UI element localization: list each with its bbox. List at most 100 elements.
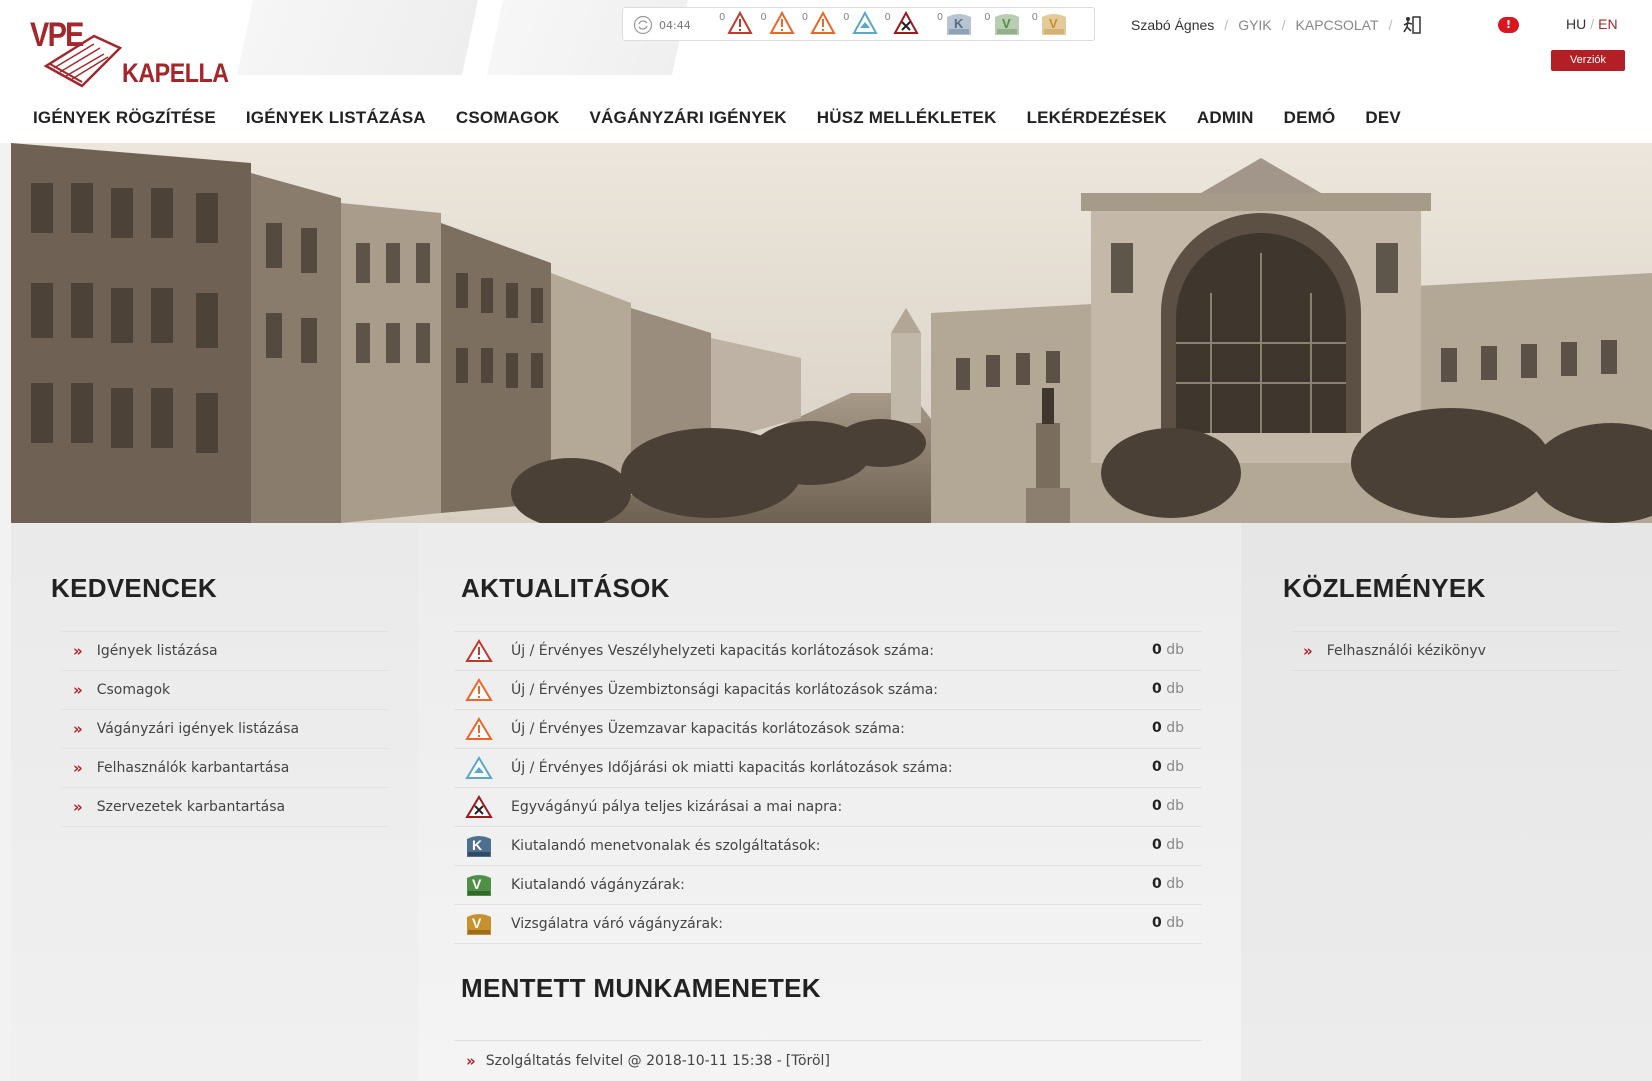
chevron-right-icon: » [73,759,83,777]
status-counter-v-husz[interactable]: 0 V [984,11,1020,37]
nav-husz-mellekletek[interactable]: HÜSZ MELLÉKLETEK [817,108,997,128]
timer-value: 04:44 [659,18,691,32]
chevron-right-icon: » [73,720,83,738]
favorite-item-felhasznalok[interactable]: » Felhasználók karbantartása [61,748,389,787]
chevron-right-icon: » [466,1052,476,1070]
news-count: 0 db [1152,798,1184,814]
news-count: 0 db [1152,915,1184,931]
warning-red-icon [465,639,493,662]
nav-lekerdezesek[interactable]: LEKÉRDEZÉSEK [1027,108,1167,128]
news-row: V Kiutalandó vágányzárak: 0 db [454,865,1202,904]
news-count: 0 db [1152,681,1184,697]
user-links: Szabó Ágnes / GYIK / KAPCSOLAT / [1131,16,1422,34]
notices-title: KÖZLEMÉNYEK [1283,573,1486,603]
notices-panel: KÖZLEMÉNYEK » Felhasználói kézikönyv [1241,523,1652,1081]
main-nav: IGÉNYEK RÖGZÍTÉSE IGÉNYEK LISTÁZÁSA CSOM… [33,108,1431,128]
warning-blue-icon [851,11,878,34]
nav-demo[interactable]: DEMÓ [1284,108,1336,128]
warning-blue-icon [465,756,493,779]
news-list: Új / Érvényes Veszélyhelyzeti kapacitás … [454,631,1202,944]
chevron-right-icon: » [73,681,83,699]
news-row: K Kiutalandó menetvonalak és szolgáltatá… [454,826,1202,865]
news-count: 0 db [1152,642,1184,658]
notice-item-user-manual[interactable]: » Felhasználói kézikönyv [1291,631,1621,671]
refresh-icon [633,15,653,35]
svg-text:K: K [472,837,482,853]
v-viz-icon: V [467,914,491,935]
logout-icon[interactable] [1402,16,1422,34]
news-count: 0 db [1152,876,1184,892]
warning-orange-icon [465,678,493,701]
favorite-item-szervezetek[interactable]: » Szervezetek karbantartása [61,787,389,827]
lang-en[interactable]: EN [1598,16,1617,32]
news-label: Új / Érvényes Veszélyhelyzeti kapacitás … [511,643,935,659]
contact-link[interactable]: KAPCSOLAT [1296,17,1379,33]
status-counters: 0 0 0 0 0 0 K 0 V 0 V [719,11,1075,37]
news-row: Új / Érvényes Üzemzavar kapacitás korlát… [454,709,1202,748]
v-husz-icon: V [467,875,491,896]
alert-badge[interactable]: ! [1498,17,1519,33]
nav-admin[interactable]: ADMIN [1197,108,1254,128]
news-label: Kiutalandó menetvonalak és szolgáltatáso… [511,838,821,854]
closure-icon [465,795,493,818]
news-count: 0 db [1152,759,1184,775]
news-row: Új / Érvényes Veszélyhelyzeti kapacitás … [454,631,1202,670]
svg-text:V: V [1049,16,1058,31]
saved-sessions-list: » Szolgáltatás felvitel @ 2018-10-11 15:… [454,1040,1202,1081]
chevron-right-icon: » [1303,642,1313,660]
status-counter-safety[interactable]: 0 [760,11,795,35]
news-panel: AKTUALITÁSOK Új / Érvényes Veszélyhelyze… [418,523,1241,1081]
news-label: Egyvágányú pálya teljes kizárásai a mai … [511,799,843,815]
news-row: Új / Érvényes Időjárási ok miatti kapaci… [454,748,1202,787]
favorite-item-csomagok[interactable]: » Csomagok [61,670,389,709]
warning-orange-icon [769,11,795,34]
versions-button[interactable]: Verziók [1551,50,1625,71]
favorites-title: KEDVENCEK [51,573,217,603]
user-name[interactable]: Szabó Ágnes [1131,17,1214,33]
status-counter-weather[interactable]: 0 [843,11,878,35]
k-husz-icon: K [947,14,972,35]
saved-session-label: Szolgáltatás felvitel @ 2018-10-11 15:38… [485,1053,782,1069]
logo[interactable]: VPE KAPELLA [30,16,229,91]
favorite-item-igenyek-listazasa[interactable]: » Igények listázása [61,631,389,670]
favorite-item-vaganyzari-igenyek[interactable]: » Vágányzári igények listázása [61,709,389,748]
v-viz-icon: V [1042,14,1066,35]
news-count: 0 db [1152,837,1184,853]
nav-igenyek-rogzitese[interactable]: IGÉNYEK RÖGZÍTÉSE [33,108,216,128]
header: VPE KAPELLA 04:44 0 0 0 0 0 0 K 0 V 0 V … [0,0,1652,143]
news-row: Új / Érvényes Üzembiztonsági kapacitás k… [454,670,1202,709]
news-label: Új / Érvényes Időjárási ok miatti kapaci… [511,760,953,776]
favorites-panel: KEDVENCEK » Igények listázása » Csomagok »… [11,523,418,1081]
svg-text:K: K [954,16,964,31]
news-title: AKTUALITÁSOK [461,573,670,603]
svg-text:V: V [472,915,482,931]
status-counter-fault[interactable]: 0 [802,11,836,35]
delete-session-link[interactable]: [Töröl] [786,1053,830,1069]
status-counter-closure[interactable]: 0 [885,11,919,35]
saved-session-item[interactable]: » Szolgáltatás felvitel @ 2018-10-11 15:… [454,1040,1202,1081]
v-husz-icon: V [994,14,1019,35]
warning-orange-icon [465,717,493,740]
news-label: Új / Érvényes Üzemzavar kapacitás korlát… [511,721,905,737]
logo-rails-icon [43,34,122,88]
news-row: V Vizsgálatra váró vágányzárak: 0 db [454,904,1202,944]
nav-vaganyzari-igenyek[interactable]: VÁGÁNYZÁRI IGÉNYEK [590,108,787,128]
status-counter-emergency[interactable]: 0 [719,11,754,35]
nav-csomagok[interactable]: CSOMAGOK [456,108,560,128]
news-label: Kiutalandó vágányzárak: [511,877,685,893]
lang-hu[interactable]: HU [1566,16,1586,32]
status-counter-v-viz[interactable]: 0 V [1032,11,1068,37]
language-switch: HU / EN [1566,16,1618,32]
news-label: Vizsgálatra váró vágányzárak: [511,916,723,932]
chevron-right-icon: » [73,798,83,816]
nav-igenyek-listazasa[interactable]: IGÉNYEK LISTÁZÁSA [246,108,426,128]
hero-banner-image [11,143,1652,523]
page: VPE KAPELLA 04:44 0 0 0 0 0 0 K 0 V 0 V … [0,0,1652,1081]
faq-link[interactable]: GYIK [1238,17,1271,33]
warning-red-icon [727,11,754,34]
chevron-right-icon: » [73,642,83,660]
k-husz-icon: K [467,836,491,857]
nav-dev[interactable]: DEV [1365,108,1401,128]
status-counter-k-husz[interactable]: 0 K [937,11,973,37]
session-timer[interactable]: 04:44 [633,15,691,35]
